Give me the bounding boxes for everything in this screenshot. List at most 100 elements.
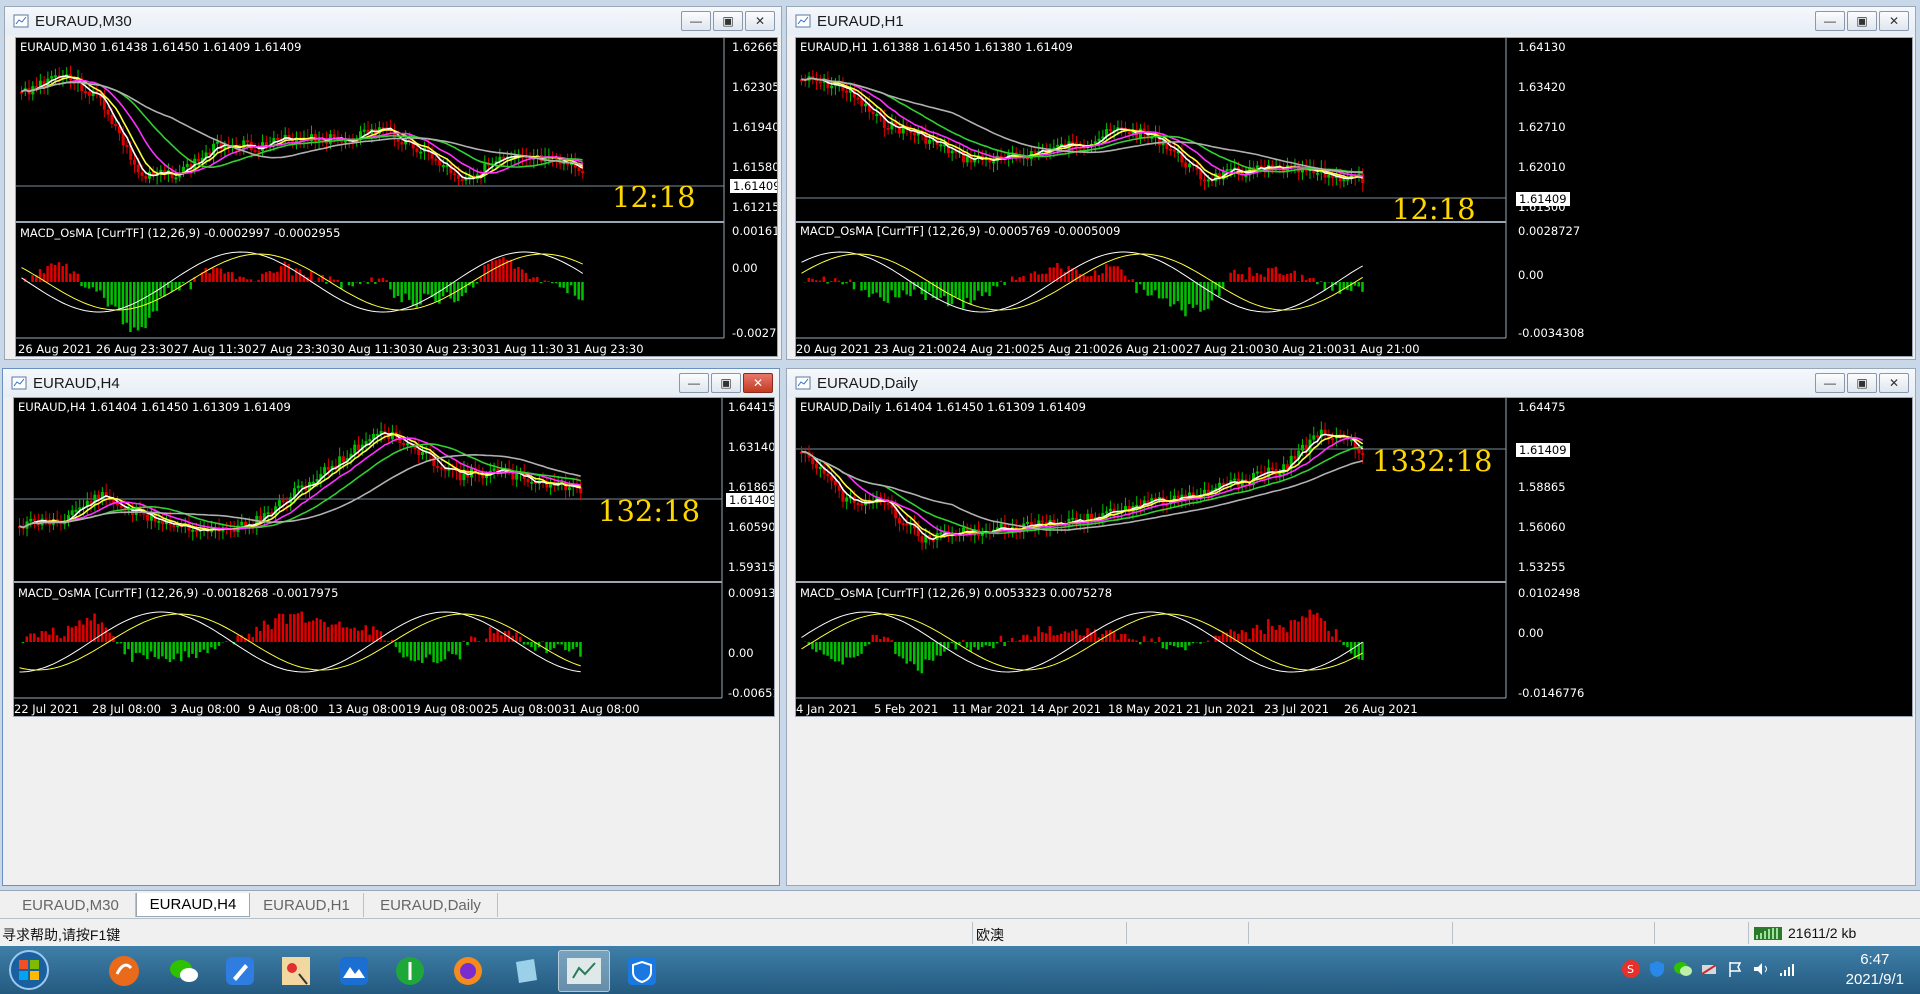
macd-histogram-bar — [392, 282, 396, 298]
minimize-button[interactable]: — — [679, 373, 709, 393]
macd-histogram-bar — [129, 282, 132, 332]
taskbar-app-6[interactable] — [384, 950, 436, 992]
macd-histogram-bar — [1289, 273, 1293, 282]
moving-average-line — [19, 432, 581, 532]
candle-body — [421, 451, 425, 456]
close-button[interactable]: ✕ — [1879, 373, 1909, 393]
taskbar-app-4[interactable] — [270, 950, 322, 992]
macd-histogram-bar — [485, 638, 488, 642]
tray-wechat-icon[interactable] — [1672, 958, 1694, 980]
clock-time: 6:47 — [1860, 951, 1890, 968]
close-button[interactable]: ✕ — [1879, 11, 1909, 31]
candle-body — [1187, 163, 1191, 168]
candle-body — [332, 134, 336, 137]
taskbar-app-3[interactable] — [214, 950, 266, 992]
macd-histogram-bar — [1063, 631, 1067, 642]
time-tick: 26 Aug 23:30 — [96, 342, 174, 356]
chart-plot-area[interactable]: EURAUD,H1 1.61388 1.61450 1.61380 1.6140… — [795, 37, 1913, 357]
macd-tick: -0.0027209 — [732, 326, 777, 340]
window-titlebar[interactable]: EURAUD,H1 — ▣ ✕ — [787, 7, 1915, 35]
macd-histogram-bar — [36, 637, 40, 642]
macd-histogram-bar — [74, 626, 77, 642]
macd-histogram-bar — [1033, 636, 1037, 642]
system-clock[interactable]: 6:47 2021/9/1 — [1846, 950, 1904, 990]
tray-flag-icon[interactable] — [1724, 958, 1746, 980]
chart-window-m30[interactable]: EURAUD,M30 — ▣ ✕ EURAUD,M30 1.61438 1.61… — [4, 6, 782, 360]
macd-histogram-bar — [146, 642, 149, 659]
minimize-button[interactable]: — — [1815, 373, 1845, 393]
macd-histogram-bar — [965, 282, 969, 298]
window-titlebar[interactable]: EURAUD,H4 — ▣ ✕ — [3, 369, 779, 397]
close-button[interactable]: ✕ — [743, 373, 773, 393]
candle-body — [453, 173, 457, 176]
tab-daily[interactable]: EURAUD,Daily — [364, 893, 498, 917]
taskbar-app-firefox[interactable] — [442, 950, 494, 992]
close-button[interactable]: ✕ — [745, 11, 775, 31]
candle-body — [74, 509, 78, 512]
macd-histogram-bar — [943, 282, 946, 297]
candle-body — [161, 520, 165, 525]
chart-plot-area[interactable]: EURAUD,Daily 1.61404 1.61450 1.61309 1.6… — [795, 397, 1913, 717]
maximize-button[interactable]: ▣ — [1847, 11, 1877, 31]
window-title: EURAUD,H4 — [33, 374, 120, 392]
macd-histogram-bar — [528, 278, 531, 282]
macd-histogram-bar — [1120, 634, 1123, 642]
macd-histogram-bar — [995, 282, 999, 287]
taskbar-app-1[interactable] — [98, 950, 150, 992]
macd-histogram-bar — [313, 281, 317, 282]
window-titlebar[interactable]: EURAUD,M30 — ▣ ✕ — [5, 7, 781, 35]
macd-histogram-bar — [815, 280, 818, 282]
macd-histogram-bar — [1052, 267, 1055, 282]
macd-histogram-bar — [496, 629, 499, 642]
window-titlebar[interactable]: EURAUD,Daily — ▣ ✕ — [787, 369, 1915, 397]
network-signal-icon[interactable] — [1776, 958, 1798, 980]
macd-histogram-bar — [1267, 619, 1270, 642]
tab-m30[interactable]: EURAUD,M30 — [6, 893, 136, 917]
macd-histogram-bar — [31, 275, 34, 282]
candle-body — [913, 132, 916, 136]
chart-plot-area[interactable]: EURAUD,M30 1.61438 1.61450 1.61409 1.614… — [15, 37, 778, 357]
tray-shield-icon[interactable] — [1646, 958, 1668, 980]
maximize-button[interactable]: ▣ — [713, 11, 743, 31]
macd-histogram-bar — [1037, 274, 1040, 282]
chart-window-h1[interactable]: EURAUD,H1 — ▣ ✕ EURAUD,H1 1.61388 1.6145… — [786, 6, 1916, 360]
tab-h4[interactable]: EURAUD,H4 — [136, 893, 250, 917]
maximize-button[interactable]: ▣ — [711, 373, 741, 393]
taskbar-app-wechat[interactable] — [158, 950, 210, 992]
macd-histogram-bar — [894, 642, 897, 655]
taskbar-app-shield[interactable] — [616, 950, 668, 992]
minimize-button[interactable]: — — [1815, 11, 1845, 31]
start-button-icon[interactable] — [4, 948, 54, 992]
candle-body — [106, 109, 110, 115]
macd-histogram-bar — [958, 282, 961, 300]
macd-histogram-bar — [867, 642, 871, 645]
macd-histogram-bar — [78, 620, 81, 642]
chart-plot-area[interactable]: EURAUD,H4 1.61404 1.61450 1.61309 1.6140… — [13, 397, 775, 717]
minimize-button[interactable]: — — [681, 11, 711, 31]
macd-histogram-bar — [1331, 636, 1334, 642]
macd-histogram-bar — [969, 282, 972, 305]
chart-window-h4[interactable]: EURAUD,H4 — ▣ ✕ EURAUD,H4 1.61404 1.6145… — [2, 368, 780, 886]
macd-histogram-bar — [1218, 282, 1221, 297]
candle-body — [191, 529, 195, 532]
volume-icon[interactable] — [1750, 958, 1772, 980]
macd-histogram-bar — [1022, 634, 1025, 642]
macd-histogram-bar — [886, 637, 890, 642]
taskbar-app-5[interactable] — [328, 950, 380, 992]
macd-histogram-bar — [1067, 266, 1070, 282]
macd-histogram-bar — [183, 642, 187, 652]
status-separator — [1452, 922, 1453, 944]
tab-h1[interactable]: EURAUD,H1 — [250, 893, 364, 917]
macd-histogram-bar — [1259, 630, 1263, 642]
macd-histogram-bar — [988, 642, 991, 646]
macd-histogram-bar — [969, 642, 972, 652]
app-green-icon — [396, 957, 424, 985]
sogou-ime-icon[interactable]: S — [1620, 958, 1642, 980]
maximize-button[interactable]: ▣ — [1847, 373, 1877, 393]
taskbar-app-mt4[interactable] — [558, 950, 610, 992]
macd-histogram-bar — [219, 268, 223, 282]
tray-network-app-icon[interactable] — [1698, 958, 1720, 980]
taskbar-app-8[interactable] — [500, 950, 552, 992]
chart-window-daily[interactable]: EURAUD,Daily — ▣ ✕ EURAUD,Daily 1.61404 … — [786, 368, 1916, 886]
candle-body — [1071, 517, 1075, 520]
